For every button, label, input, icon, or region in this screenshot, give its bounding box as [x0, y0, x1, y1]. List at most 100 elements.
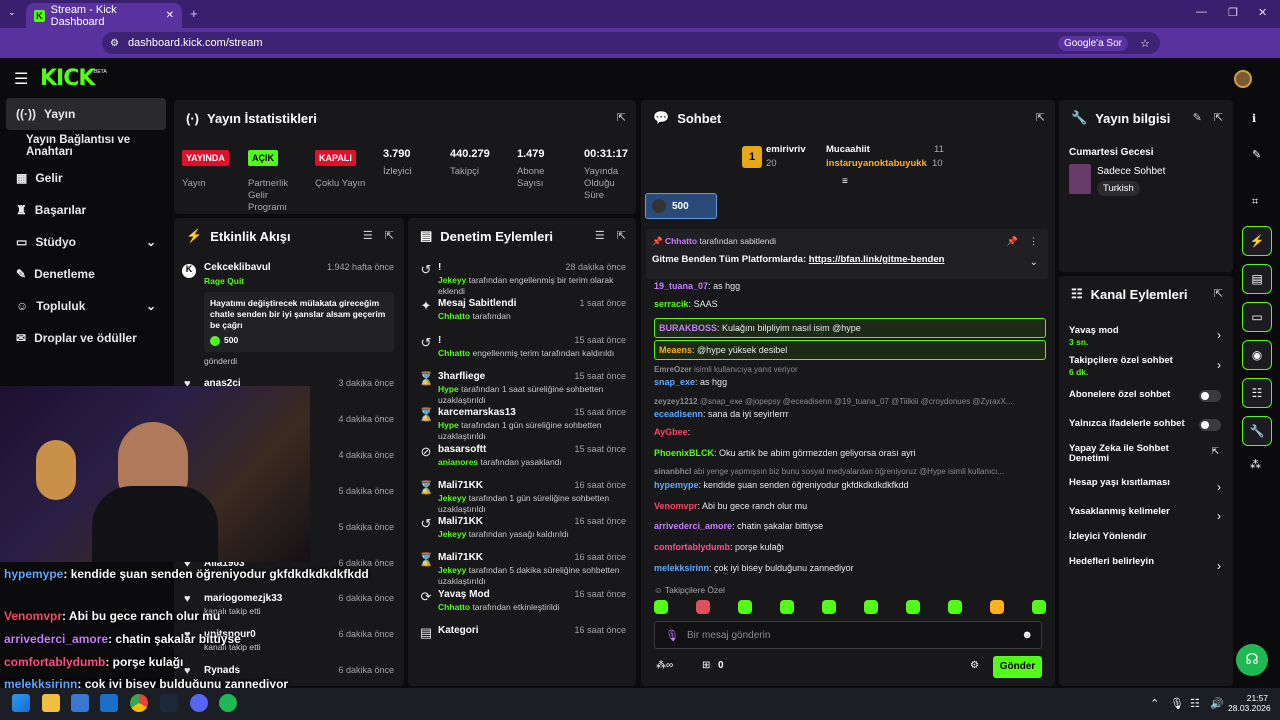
send-button[interactable]: Gönder: [993, 656, 1042, 678]
emote-icon[interactable]: [906, 600, 920, 614]
channel-action-row[interactable]: Hesap yaşı kısıtlaması ›: [1069, 478, 1229, 498]
channel-action-row[interactable]: Yavaş mod 3 sn. ›: [1069, 326, 1229, 348]
info-icon[interactable]: ℹ: [1252, 112, 1256, 125]
chat-message[interactable]: eceadisenn: sana da iyi seyirlerrr: [654, 408, 1046, 420]
moderation-item[interactable]: ↺ Mali71KK 16 saat önce Jekeyy tarafından y…: [408, 516, 636, 540]
gift-chip[interactable]: 500: [645, 193, 717, 219]
chat-username[interactable]: eceadisenn: [654, 409, 703, 419]
sidebar-item-studio[interactable]: ▭ Stüdyo ⌄: [6, 226, 166, 258]
edit-icon[interactable]: ✎: [1193, 111, 1202, 124]
address-bar[interactable]: ⚙ dashboard.kick.com/stream Google'a Sor…: [102, 32, 1160, 54]
leader-name[interactable]: emirivriv: [766, 144, 806, 155]
microphone-icon[interactable]: 🎙: [1170, 697, 1184, 710]
popout-icon[interactable]: ⇱: [385, 229, 394, 242]
window-close-icon[interactable]: ✕: [1258, 6, 1267, 19]
channel-action-row[interactable]: Hedefleri belirleyin ›: [1069, 557, 1229, 577]
browser-tab[interactable]: K Stream - Kick Dashboard ✕: [26, 3, 182, 28]
layout-icon[interactable]: ⁂: [1250, 458, 1261, 471]
moderation-item[interactable]: ▤ Kategori 16 saat önce: [408, 625, 636, 640]
quick-wrench-button[interactable]: 🔧: [1242, 416, 1272, 446]
sidebar-item-drops[interactable]: ✉ Droplar ve ödüller: [6, 322, 166, 354]
chat-username[interactable]: AyGbee: [654, 427, 688, 437]
pencil-icon[interactable]: ✎: [1252, 148, 1261, 161]
emote-icon[interactable]: [822, 600, 836, 614]
bookmark-star-icon[interactable]: ☆: [1140, 37, 1150, 50]
filter-icon[interactable]: ☰: [595, 229, 605, 242]
crop-icon[interactable]: ⌗: [1252, 196, 1258, 209]
chevron-right-icon[interactable]: ›: [1217, 358, 1221, 372]
clock[interactable]: 21:57 28.03.2026: [1228, 693, 1271, 713]
hamburger-menu-icon[interactable]: ☰: [14, 69, 28, 89]
chevron-right-icon[interactable]: ›: [1217, 559, 1221, 573]
chrome-icon[interactable]: [130, 694, 148, 712]
chat-message[interactable]: 19_tuana_07: as hgg: [654, 280, 1046, 292]
chat-username[interactable]: EmreOzer: [654, 365, 692, 374]
support-headset-icon[interactable]: ☊: [1236, 644, 1268, 676]
chat-message[interactable]: snap_exe: as hgg: [654, 376, 1046, 388]
expand-leaderboard-icon[interactable]: ≡: [842, 176, 848, 187]
chat-username[interactable]: Venomvpr: [654, 501, 698, 511]
popout-icon[interactable]: ⇱: [617, 229, 626, 242]
popout-icon[interactable]: ⇱: [617, 111, 626, 124]
channel-action-row[interactable]: Yalnızca ifadelerle sohbet: [1069, 419, 1229, 439]
moderation-item[interactable]: ⌛ Mali71KK 16 saat önce Jekeyy tarafından 1…: [408, 480, 636, 515]
tab-search-icon[interactable]: ⌄: [8, 7, 20, 19]
chat-message[interactable]: arrivederci_amore: chatin şakalar bittiy…: [654, 520, 1046, 532]
chevron-down-icon[interactable]: ⌄: [1030, 257, 1038, 268]
chat-username[interactable]: BURAKBOSS: [659, 323, 717, 333]
tray-chevron-icon[interactable]: ⌃: [1150, 697, 1159, 710]
quick-doc-button[interactable]: ▤: [1242, 264, 1272, 294]
category-name[interactable]: Sadece Sohbet: [1097, 166, 1165, 177]
chat-settings-icon[interactable]: ⚙: [970, 660, 979, 671]
sidebar-item-stream[interactable]: ((·)) Yayın: [6, 98, 166, 130]
chat-username[interactable]: 19_tuana_07: [654, 281, 708, 291]
network-icon[interactable]: ☷: [1190, 697, 1200, 710]
chat-username[interactable]: hypemype: [654, 480, 699, 490]
sidebar-item-moderation[interactable]: ✎ Denetleme: [6, 258, 166, 290]
google-ask-button[interactable]: Google'a Sor: [1057, 35, 1128, 51]
leader-name[interactable]: instaruyanoktabuyukk: [826, 158, 927, 169]
toggle-switch[interactable]: [1199, 390, 1221, 402]
chevron-right-icon[interactable]: ›: [1217, 480, 1221, 494]
chat-username[interactable]: sinanbhcl: [654, 467, 691, 476]
microphone-icon[interactable]: 🎙: [665, 629, 679, 642]
tab-close-icon[interactable]: ✕: [166, 10, 174, 21]
chat-username[interactable]: comfortablydumb: [654, 542, 730, 552]
sidebar-item-stream-key[interactable]: Yayın Bağlantısı ve Anahtarı: [6, 130, 166, 162]
unpin-icon[interactable]: 📌: [1007, 236, 1018, 247]
emoji-icon[interactable]: ☻: [1021, 629, 1033, 641]
site-info-icon[interactable]: ⚙: [110, 38, 119, 49]
popout-icon[interactable]: ⇱: [1036, 111, 1045, 124]
moderation-item[interactable]: ⌛ 3harfliege 15 saat önce Hype tarafından 1…: [408, 371, 636, 406]
toggle-switch[interactable]: [1199, 419, 1221, 431]
chevron-right-icon[interactable]: ›: [1217, 328, 1221, 342]
chat-message[interactable]: hypemype: kendide şuan senden öğreniyodu…: [654, 479, 1046, 491]
outlook-icon[interactable]: [100, 694, 118, 712]
chat-username[interactable]: melekksirinn: [654, 563, 709, 573]
more-options-icon[interactable]: ⋮: [1029, 236, 1038, 247]
pinned-link[interactable]: https://bfan.link/gitme-benden: [809, 254, 945, 265]
predictions-icon[interactable]: ⊞: [702, 660, 710, 671]
channel-action-row[interactable]: Takipçilere özel sohbet 6 dk. ›: [1069, 356, 1229, 378]
volume-icon[interactable]: 🔊: [1210, 697, 1224, 710]
moderation-item[interactable]: ⌛ Mali71KK 16 saat önce Jekeyy tarafından 5…: [408, 552, 636, 587]
moderation-item[interactable]: ⊘ basarsoftt 15 saat önce anianores tarafın…: [408, 444, 636, 468]
discord-icon[interactable]: [190, 694, 208, 712]
activity-item[interactable]: ♥ Rynads 6 dakika önce: [174, 665, 404, 677]
moderation-item[interactable]: ↺! 28 dakika önce Jekeyy tarafından engell…: [408, 262, 636, 297]
chat-reply-context[interactable]: sinanbhcl abi yenge yapmışsın biz bunu s…: [654, 466, 1046, 478]
channel-action-row[interactable]: Abonelere özel sohbet: [1069, 390, 1229, 410]
chat-username[interactable]: Meaens: [659, 345, 692, 355]
channel-action-row[interactable]: Yasaklanmış kelimeler ›: [1069, 507, 1229, 527]
kick-logo[interactable]: KICK: [40, 66, 95, 91]
chat-message[interactable]: PhoenixBLCK: Oku artık be abim görmezden…: [654, 447, 1046, 459]
chat-username[interactable]: PhoenixBLCK: [654, 448, 714, 458]
emote-icon[interactable]: [1032, 600, 1046, 614]
chat-reply-context[interactable]: zeyzey1212 @snap_exe @jopepsy @eceadisen…: [654, 396, 1046, 408]
emote-icon[interactable]: [990, 600, 1004, 614]
emote-icon[interactable]: [864, 600, 878, 614]
file-explorer-icon[interactable]: [42, 694, 60, 712]
new-tab-icon[interactable]: +: [190, 6, 198, 21]
chat-message[interactable]: Meaens: @hype yüksek desibel: [654, 340, 1046, 360]
steam-icon[interactable]: [160, 694, 178, 712]
